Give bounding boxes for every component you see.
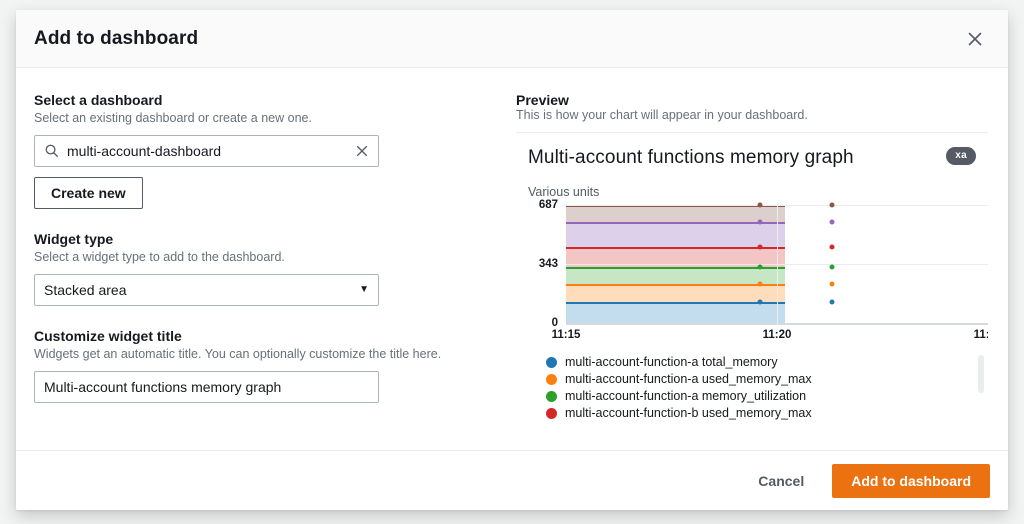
widget-type-select[interactable]: Stacked area ▼ xyxy=(34,273,379,306)
add-to-dashboard-button[interactable]: Add to dashboard xyxy=(832,463,990,498)
chart-y-tick: 343 xyxy=(538,258,558,271)
clear-icon[interactable] xyxy=(355,144,369,158)
chart-data-point xyxy=(829,299,835,305)
chart-y-tick: 0 xyxy=(551,317,558,329)
legend-swatch-icon xyxy=(546,373,557,385)
chart-data-point xyxy=(829,264,835,270)
chart-x-axis: 11:15 11:20 11:25 xyxy=(552,205,988,345)
modal-footer: Cancel Add to dashboard xyxy=(16,450,1008,510)
chart-data-point xyxy=(829,202,835,208)
chart-plot-area: 0 343 687 xyxy=(528,199,988,329)
legend-item[interactable]: multi-account-function-b used_memory_max xyxy=(546,406,988,420)
chart-area-band xyxy=(566,284,786,303)
chart-y-axis-title: Various units xyxy=(528,185,600,199)
dashboard-description: Select an existing dashboard or create a… xyxy=(34,111,312,125)
dashboard-search-value: multi-account-dashboard xyxy=(67,142,222,159)
chart-data-point xyxy=(757,264,763,270)
page-title: Add to dashboard xyxy=(34,27,199,49)
search-icon xyxy=(44,143,59,158)
chart-x-tick: 11:25 xyxy=(973,329,988,341)
chart-data-point xyxy=(829,244,835,250)
dashboard-field-group: Select a dashboard Select an existing da… xyxy=(34,92,498,209)
preview-label: Preview xyxy=(516,92,569,108)
chart-x-tick: 11:15 xyxy=(551,329,581,341)
chart-area-band xyxy=(566,302,786,323)
widget-title-label: Customize widget title xyxy=(34,327,182,344)
legend-item[interactable]: multi-account-function-a used_memory_max xyxy=(546,372,988,386)
legend-swatch-icon xyxy=(546,356,557,368)
chart-area-line xyxy=(566,267,786,270)
legend-label: multi-account-function-a memory_utilizat… xyxy=(565,389,807,403)
chevron-down-icon: ▼ xyxy=(359,283,369,295)
legend-label: multi-account-function-b used_memory_max xyxy=(565,406,812,420)
chart-y-tick: 687 xyxy=(538,199,558,211)
legend-label: multi-account-function-a total_memory xyxy=(565,355,778,369)
chart-data-point xyxy=(829,281,835,287)
chart-data-point xyxy=(757,244,763,250)
add-to-dashboard-modal: Add to dashboard Select a dashboard Sele… xyxy=(16,10,1008,510)
widget-title-input[interactable]: Multi-account functions memory graph xyxy=(34,370,379,403)
chart-area-band xyxy=(566,267,786,285)
form-column: Select a dashboard Select an existing da… xyxy=(16,68,516,450)
widget-title-value: Multi-account functions memory graph xyxy=(44,378,282,395)
widget-type-description: Select a widget type to add to the dashb… xyxy=(34,249,285,264)
chart-area-line xyxy=(566,284,786,287)
widget-type-value: Stacked area xyxy=(44,281,127,298)
chart-data-point xyxy=(757,202,763,208)
chart-title: Multi-account functions memory graph xyxy=(528,147,854,168)
chart-y-axis: 0 343 687 xyxy=(528,199,562,329)
widget-type-field-group: Widget type Select a widget type to add … xyxy=(34,231,498,306)
chart-data-point xyxy=(757,281,763,287)
cancel-button[interactable]: Cancel xyxy=(748,467,814,495)
widget-title-field-group: Customize widget title Widgets get an au… xyxy=(34,328,498,403)
preview-column: Preview This is how your chart will appe… xyxy=(516,68,1008,450)
preview-scrollbar[interactable] xyxy=(978,355,984,393)
chart-data-point xyxy=(757,299,763,305)
chart-preview-card: Multi-account functions memory graph xa … xyxy=(516,132,988,450)
chart-area-band xyxy=(566,205,786,222)
preview-description: This is how your chart will appear in yo… xyxy=(516,108,808,122)
chart-data-point xyxy=(757,219,763,225)
legend-swatch-icon xyxy=(546,407,557,419)
chart-area-line xyxy=(566,246,786,249)
legend-item[interactable]: multi-account-function-a memory_utilizat… xyxy=(546,389,988,403)
chart-data-point xyxy=(829,219,835,225)
chart-gridline-vertical xyxy=(777,205,778,325)
chart-area-line xyxy=(566,302,786,305)
legend-swatch-icon xyxy=(546,390,557,402)
chart-area-line xyxy=(566,221,786,224)
modal-body: Select a dashboard Select an existing da… xyxy=(16,68,1008,450)
account-badge[interactable]: xa xyxy=(946,147,976,165)
chart-area-band xyxy=(566,221,786,247)
close-icon[interactable] xyxy=(960,24,990,54)
dashboard-search-input[interactable]: multi-account-dashboard xyxy=(34,134,379,167)
chart-legend: multi-account-function-a total_memorymul… xyxy=(546,355,988,420)
modal-header: Add to dashboard xyxy=(16,10,1008,68)
widget-type-label: Widget type xyxy=(34,230,114,247)
legend-label: multi-account-function-a used_memory_max xyxy=(565,372,812,386)
dashboard-label: Select a dashboard xyxy=(34,92,163,108)
widget-title-description: Widgets get an automatic title. You can … xyxy=(34,346,442,361)
chart-x-tick: 11:20 xyxy=(762,329,792,341)
chart-header: Multi-account functions memory graph xa xyxy=(516,147,988,169)
legend-item[interactable]: multi-account-function-a total_memory xyxy=(546,355,988,369)
create-new-button[interactable]: Create new xyxy=(34,176,143,209)
